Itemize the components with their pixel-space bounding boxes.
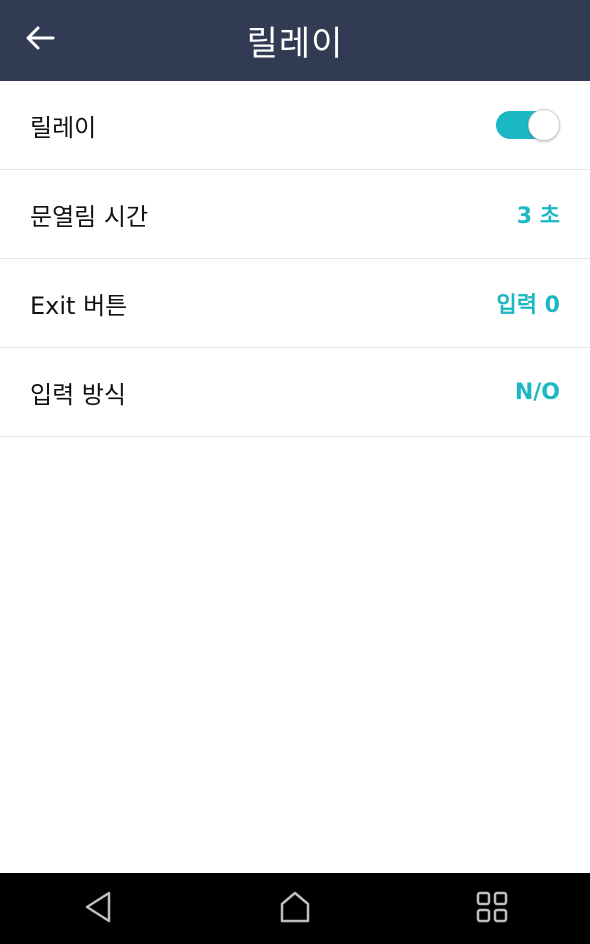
back-triangle-icon [82, 890, 114, 928]
setting-row-input-mode[interactable]: 입력 방식 N/O [0, 348, 590, 437]
setting-label: Exit 버튼 [30, 291, 128, 320]
relay-settings-screen: 릴레이 릴레이 문열림 시간 3 초 Exit 버튼 입력 0 입력 방식 N/… [0, 0, 590, 944]
app-header: 릴레이 [0, 0, 590, 81]
setting-row-exit-button[interactable]: Exit 버튼 입력 0 [0, 259, 590, 348]
recent-apps-icon [475, 890, 509, 928]
nav-recent-button[interactable] [462, 879, 522, 939]
setting-row-door-open-time[interactable]: 문열림 시간 3 초 [0, 170, 590, 259]
toggle-thumb [528, 109, 560, 141]
setting-value: 3 초 [516, 204, 560, 229]
settings-list: 릴레이 문열림 시간 3 초 Exit 버튼 입력 0 입력 방식 N/O [0, 81, 590, 437]
nav-back-button[interactable] [68, 879, 128, 939]
home-icon [278, 890, 312, 928]
setting-value: N/O [514, 379, 560, 405]
page-title: 릴레이 [246, 24, 344, 64]
setting-label: 릴레이 [30, 113, 97, 142]
relay-toggle[interactable] [496, 109, 560, 141]
system-nav-bar [0, 873, 590, 944]
back-button[interactable] [18, 18, 62, 62]
setting-label: 문열림 시간 [30, 202, 149, 231]
setting-label: 입력 방식 [30, 380, 126, 409]
arrow-left-icon [25, 25, 55, 55]
setting-row-relay[interactable]: 릴레이 [0, 81, 590, 170]
nav-home-button[interactable] [265, 879, 325, 939]
setting-value: 입력 0 [496, 293, 560, 318]
